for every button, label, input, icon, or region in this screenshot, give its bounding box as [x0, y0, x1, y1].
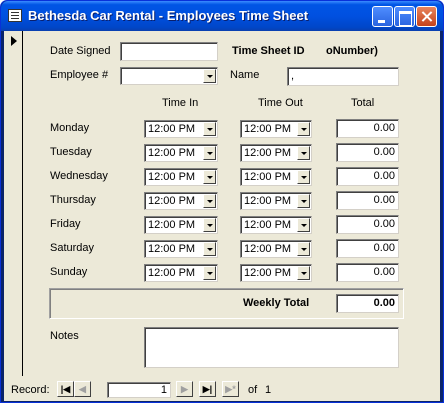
chevron-down-icon[interactable]	[203, 69, 216, 83]
time-out-value: 12:00 PM	[244, 123, 292, 135]
time-in-header: Time In	[162, 97, 199, 109]
time-sheet-id-label: Time Sheet ID	[232, 45, 305, 57]
time-out-combo[interactable]: 12:00 PM	[240, 192, 312, 210]
chevron-down-icon[interactable]	[297, 122, 310, 136]
time-out-combo[interactable]: 12:00 PM	[240, 144, 312, 162]
total-field[interactable]: 0.00	[336, 215, 399, 234]
time-in-combo[interactable]: 12:00 PM	[144, 144, 218, 162]
time-out-value: 12:00 PM	[244, 147, 292, 159]
date-signed-field[interactable]	[120, 42, 218, 61]
chevron-down-icon[interactable]	[203, 242, 216, 256]
chevron-down-icon[interactable]	[203, 170, 216, 184]
time-sheet-id-value: oNumber)	[326, 45, 378, 57]
time-in-combo[interactable]: 12:00 PM	[144, 264, 218, 282]
record-selector[interactable]	[4, 31, 23, 376]
previous-record-icon: ◀	[79, 384, 86, 394]
time-in-combo[interactable]: 12:00 PM	[144, 192, 218, 210]
next-record-button[interactable]: ▶	[176, 381, 193, 397]
time-out-value: 12:00 PM	[244, 219, 292, 231]
previous-record-button[interactable]: ◀	[74, 381, 91, 397]
time-in-value: 12:00 PM	[148, 147, 196, 159]
chevron-down-icon[interactable]	[297, 242, 310, 256]
chevron-down-icon[interactable]	[297, 146, 310, 160]
last-record-icon: ▶|	[202, 384, 213, 394]
chevron-down-icon[interactable]	[203, 194, 216, 208]
time-out-combo[interactable]: 12:00 PM	[240, 240, 312, 258]
weekly-total-label: Weekly Total	[243, 297, 310, 309]
name-label: Name	[230, 69, 260, 81]
time-in-value: 12:00 PM	[148, 267, 196, 279]
time-out-header: Time Out	[258, 97, 303, 109]
time-out-combo[interactable]: 12:00 PM	[240, 168, 312, 186]
time-in-value: 12:00 PM	[148, 219, 196, 231]
form-icon[interactable]	[8, 9, 22, 22]
employee-number-label: Employee #	[50, 69, 109, 81]
total-records: 1	[265, 384, 272, 396]
day-label: Saturday	[50, 242, 95, 254]
notes-field[interactable]	[144, 327, 399, 368]
time-in-combo[interactable]: 12:00 PM	[144, 216, 218, 234]
chevron-down-icon[interactable]	[203, 266, 216, 280]
notes-label: Notes	[50, 330, 79, 342]
day-label: Thursday	[50, 194, 96, 206]
day-label: Friday	[50, 218, 81, 230]
total-field[interactable]: 0.00	[336, 191, 399, 210]
time-in-value: 12:00 PM	[148, 195, 196, 207]
day-label: Monday	[50, 122, 90, 134]
total-header: Total	[351, 97, 375, 109]
weekly-total-field[interactable]: 0.00	[336, 294, 399, 313]
time-in-combo[interactable]: 12:00 PM	[144, 168, 218, 186]
close-button[interactable]	[416, 6, 437, 27]
employee-number-combo[interactable]	[120, 67, 218, 85]
day-label: Wednesday	[50, 170, 108, 182]
time-out-value: 12:00 PM	[244, 267, 292, 279]
title-bar[interactable]: Bethesda Car Rental - Employees Time She…	[1, 1, 443, 31]
app-window: Bethesda Car Rental - Employees Time She…	[0, 0, 444, 403]
total-field[interactable]: 0.00	[336, 143, 399, 162]
chevron-down-icon[interactable]	[297, 218, 310, 232]
time-in-value: 12:00 PM	[148, 243, 196, 255]
current-record-arrow-icon	[11, 36, 17, 46]
name-field[interactable]: ,	[287, 67, 399, 86]
next-record-icon: ▶	[181, 384, 188, 394]
time-in-value: 12:00 PM	[148, 171, 196, 183]
time-in-combo[interactable]: 12:00 PM	[144, 240, 218, 258]
current-record-field[interactable]: 1	[107, 382, 171, 398]
date-signed-label: Date Signed	[50, 45, 111, 57]
time-out-combo[interactable]: 12:00 PM	[240, 216, 312, 234]
last-record-button[interactable]: ▶|	[199, 381, 216, 397]
record-label: Record:	[11, 384, 50, 396]
window-title: Bethesda Car Rental - Employees Time She…	[28, 8, 309, 23]
time-out-value: 12:00 PM	[244, 243, 292, 255]
record-navigation-bar: Record: |◀ ◀ 1 ▶ ▶| ▶* of 1	[4, 377, 440, 401]
total-field[interactable]: 0.00	[336, 167, 399, 186]
chevron-down-icon[interactable]	[297, 266, 310, 280]
form-body: Date Signed Time Sheet ID oNumber) Emplo…	[4, 31, 440, 401]
chevron-down-icon[interactable]	[203, 146, 216, 160]
time-out-combo[interactable]: 12:00 PM	[240, 120, 312, 138]
maximize-button[interactable]	[394, 6, 415, 27]
time-out-value: 12:00 PM	[244, 195, 292, 207]
total-field[interactable]: 0.00	[336, 263, 399, 282]
total-field[interactable]: 0.00	[336, 239, 399, 258]
chevron-down-icon[interactable]	[203, 122, 216, 136]
minimize-button[interactable]	[372, 6, 393, 27]
day-label: Tuesday	[50, 146, 92, 158]
time-out-combo[interactable]: 12:00 PM	[240, 264, 312, 282]
time-in-combo[interactable]: 12:00 PM	[144, 120, 218, 138]
chevron-down-icon[interactable]	[203, 218, 216, 232]
day-label: Sunday	[50, 266, 88, 278]
of-label: of	[248, 384, 258, 396]
time-in-value: 12:00 PM	[148, 123, 196, 135]
chevron-down-icon[interactable]	[297, 194, 310, 208]
first-record-button[interactable]: |◀	[57, 381, 74, 397]
new-record-icon: ▶*	[225, 384, 236, 394]
chevron-down-icon[interactable]	[297, 170, 310, 184]
time-out-value: 12:00 PM	[244, 171, 292, 183]
new-record-button[interactable]: ▶*	[222, 381, 239, 397]
first-record-icon: |◀	[60, 384, 71, 394]
total-field[interactable]: 0.00	[336, 119, 399, 138]
